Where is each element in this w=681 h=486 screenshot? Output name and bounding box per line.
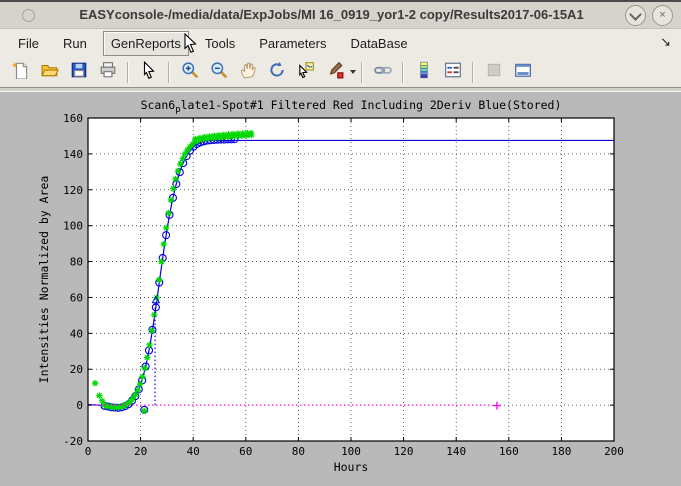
- close-button[interactable]: ×: [652, 5, 673, 26]
- menu-overflow-icon[interactable]: ↘: [660, 34, 671, 50]
- open-icon: [41, 61, 59, 84]
- x-tick-label: 0: [85, 445, 92, 458]
- toolbar-separator: [361, 62, 363, 83]
- edit-plot-button[interactable]: [135, 59, 162, 86]
- brush-dropdown-icon[interactable]: [350, 70, 356, 74]
- hide-plot-tools-button: [480, 59, 507, 86]
- window-menu-icon[interactable]: [22, 9, 35, 22]
- y-tick-label: 0: [76, 399, 83, 412]
- datacursor-icon: [297, 61, 315, 84]
- y-tick-label: 100: [63, 220, 83, 233]
- y-tick-label: 80: [70, 256, 83, 269]
- new-figure-button[interactable]: [7, 59, 34, 86]
- x-tick-label: 20: [134, 445, 147, 458]
- shade-button[interactable]: [625, 5, 646, 26]
- save-icon: [70, 61, 88, 84]
- menu-item-tools[interactable]: Tools: [197, 31, 243, 56]
- zoom-out-button[interactable]: [205, 59, 232, 86]
- toolbar-separator: [168, 62, 170, 83]
- data-cursor-button[interactable]: [292, 59, 319, 86]
- pan-icon: [239, 61, 257, 84]
- toolbar-separator: [402, 62, 404, 83]
- insert-colorbar-button[interactable]: [410, 59, 437, 86]
- print-figure-button[interactable]: [94, 59, 121, 86]
- menu-item-parameters[interactable]: Parameters: [251, 31, 334, 56]
- zoomin-icon: [181, 61, 199, 84]
- y-tick-label: 60: [70, 291, 83, 304]
- x-axis-label: Hours: [334, 460, 369, 474]
- link-icon: [374, 61, 392, 84]
- pan-button[interactable]: [234, 59, 261, 86]
- hidetools-icon: [485, 61, 503, 84]
- x-tick-label: 120: [394, 445, 414, 458]
- brush-icon: [326, 61, 344, 84]
- showtools-icon: [514, 61, 532, 84]
- y-tick-label: 140: [63, 148, 83, 161]
- y-tick-label: -20: [63, 435, 83, 448]
- menubar: File Run GenReports Tools Parameters DataBase…: [0, 29, 681, 57]
- zoom-in-button[interactable]: [176, 59, 203, 86]
- menu-item-database[interactable]: DataBase: [342, 31, 415, 56]
- x-tick-label: 100: [341, 445, 361, 458]
- figure-canvas: 020406080100120140160180200-200204060801…: [0, 92, 681, 486]
- rotate-icon: [268, 61, 286, 84]
- plot-title: Scan6plate1-Spot#1 Filtered Red Includin…: [141, 98, 562, 115]
- x-tick-label: 200: [604, 445, 624, 458]
- titlebar: EASYconsole-/media/data/ExpJobs/MI 16_09…: [0, 2, 681, 29]
- brush-data-button[interactable]: [321, 59, 348, 86]
- plot-canvas[interactable]: 020406080100120140160180200-200204060801…: [0, 92, 681, 486]
- link-plot-button[interactable]: [369, 59, 396, 86]
- x-tick-label: 80: [292, 445, 305, 458]
- colorbar-icon: [415, 61, 433, 84]
- toolbar: [0, 57, 681, 87]
- close-icon: ×: [659, 10, 665, 21]
- y-axis-label: Intensities Normalized by Area: [37, 176, 51, 384]
- window-title: EASYconsole-/media/data/ExpJobs/MI 16_09…: [60, 2, 603, 28]
- toolbar-separator: [127, 62, 129, 83]
- toolbar-separator: [472, 62, 474, 83]
- new-icon: [12, 61, 30, 84]
- open-file-button[interactable]: [36, 59, 63, 86]
- y-tick-label: 160: [63, 112, 83, 125]
- rotate-3d-button[interactable]: [263, 59, 290, 86]
- x-tick-label: 40: [187, 445, 200, 458]
- show-plot-tools-button[interactable]: [509, 59, 536, 86]
- print-icon: [99, 61, 117, 84]
- y-tick-label: 40: [70, 327, 83, 340]
- menu-item-run[interactable]: Run: [55, 31, 95, 56]
- menu-item-genreports[interactable]: GenReports: [103, 31, 189, 56]
- zoomout-icon: [210, 61, 228, 84]
- insert-legend-button[interactable]: [439, 59, 466, 86]
- menu-item-file[interactable]: File: [10, 31, 47, 56]
- legend-icon: [444, 61, 462, 84]
- y-tick-label: 20: [70, 363, 83, 376]
- chevron-down-icon: [629, 8, 642, 21]
- arrow-icon: [140, 61, 158, 84]
- save-figure-button[interactable]: [65, 59, 92, 86]
- y-tick-label: 120: [63, 184, 83, 197]
- x-tick-label: 60: [239, 445, 252, 458]
- easyconsole-window: EASYconsole-/media/data/ExpJobs/MI 16_09…: [0, 0, 681, 482]
- x-tick-label: 180: [551, 445, 571, 458]
- x-tick-label: 140: [446, 445, 466, 458]
- x-tick-label: 160: [499, 445, 519, 458]
